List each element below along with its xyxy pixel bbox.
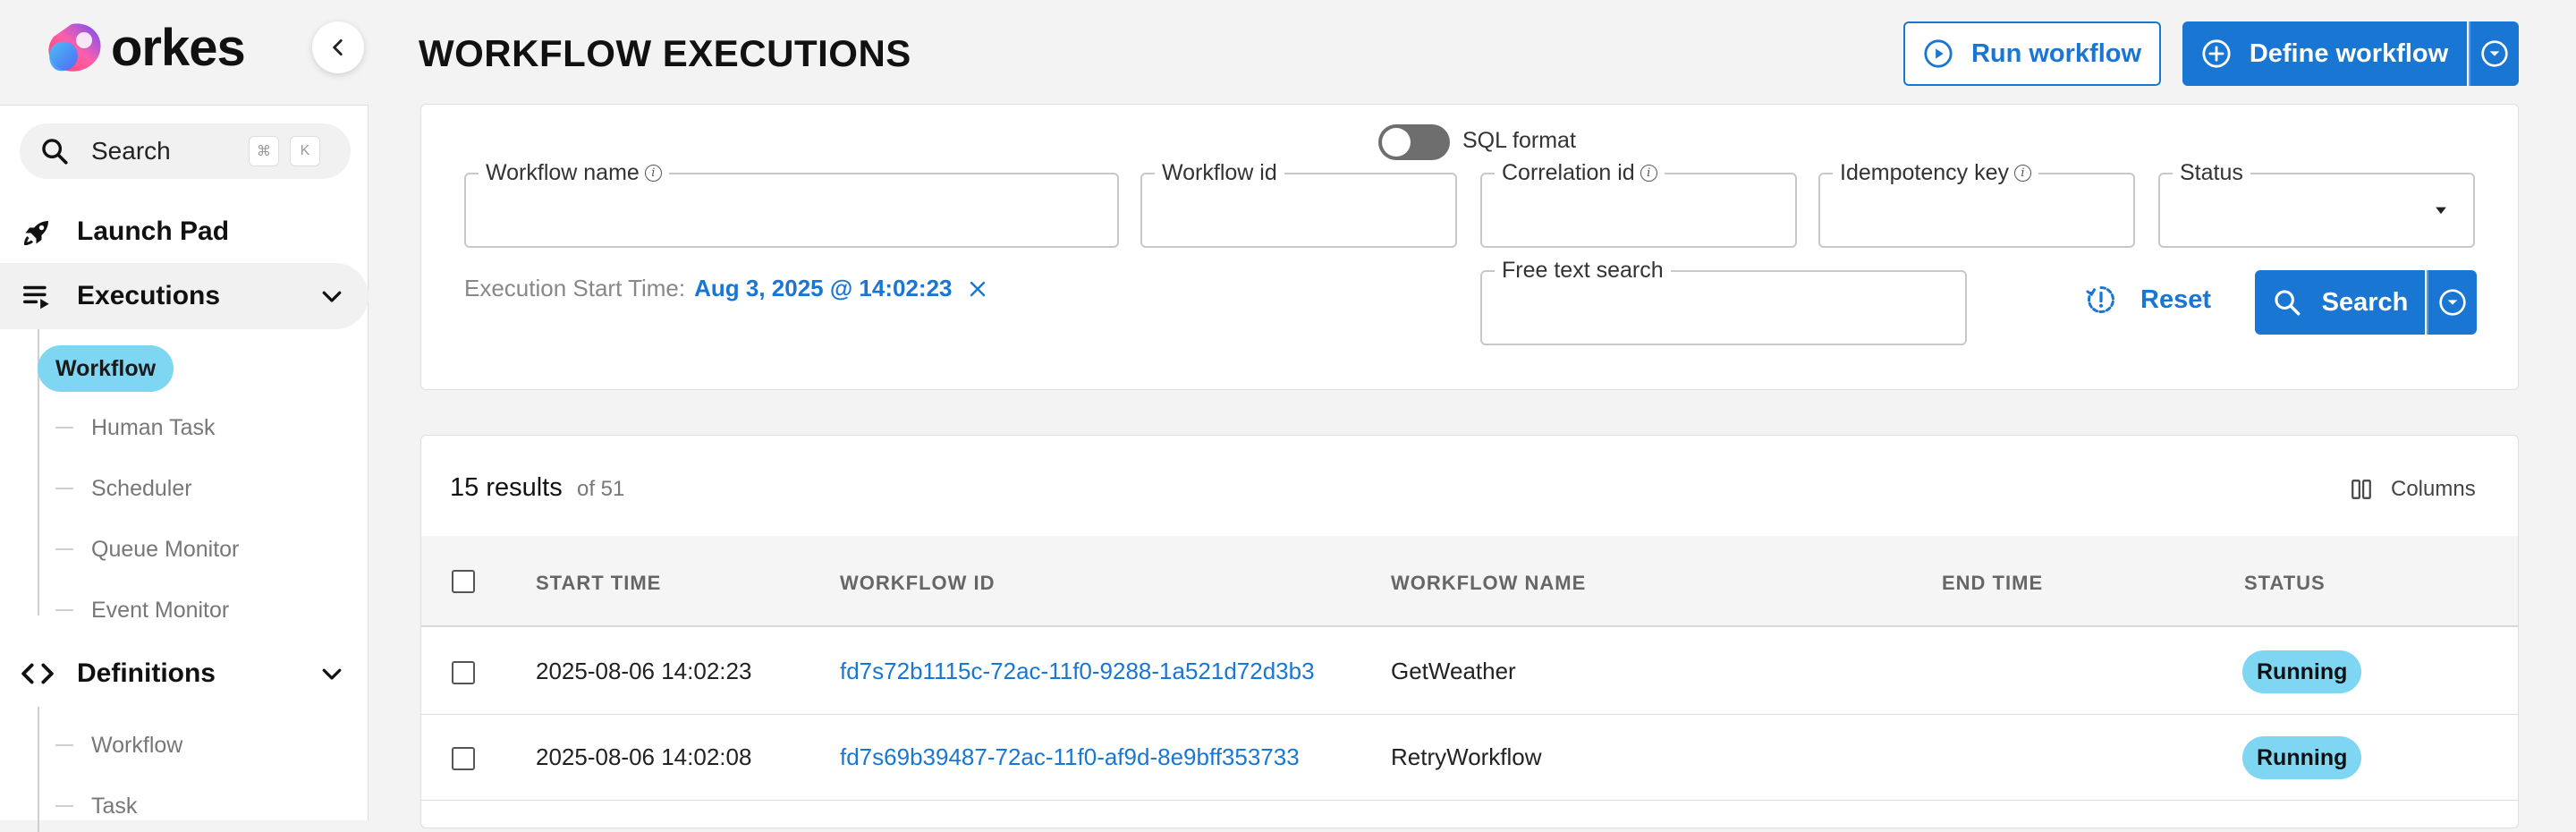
table-row[interactable]: 2025-08-06 14:02:23 fd7s72b1115c-72ac-11…	[421, 629, 2518, 715]
define-workflow-button[interactable]: Define workflow	[2182, 21, 2467, 86]
workflow-name-label: Workflow name	[486, 160, 640, 185]
page-title: WORKFLOW EXECUTIONS	[419, 32, 911, 74]
close-icon[interactable]	[967, 278, 988, 300]
results-total: of 51	[577, 477, 625, 501]
run-workflow-button[interactable]: Run workflow	[1903, 21, 2161, 86]
sidebar-subitem-scheduler[interactable]: Scheduler	[38, 468, 192, 509]
sql-format-label: SQL format	[1462, 128, 1576, 153]
chevron-down-circle-icon	[2439, 289, 2466, 316]
run-workflow-label: Run workflow	[1970, 38, 2142, 68]
workflow-id-input[interactable]: Workflow id	[1140, 160, 1457, 248]
sidebar-subitem-event-monitor[interactable]: Event Monitor	[38, 590, 229, 631]
sidebar: Search ⌘ K Launch Pad Executions Workflo…	[0, 105, 369, 832]
workflow-id-link[interactable]: fd7s69b39487-72ac-11f0-af9d-8e9bff353733	[840, 743, 1300, 771]
filter-panel: SQL format Workflow name i Workflow id Co…	[420, 104, 2519, 390]
brand-logo[interactable]: orkes	[45, 18, 246, 78]
workflow-id-link[interactable]: fd7s72b1115c-72ac-11f0-9288-1a521d72d3b3	[840, 658, 1315, 685]
sidebar-item-launch-pad[interactable]: Launch Pad	[0, 199, 369, 265]
rocket-icon	[20, 214, 55, 250]
info-icon: i	[1640, 165, 1657, 182]
correlation-id-input[interactable]: Correlation id i	[1480, 160, 1797, 248]
sidebar-subitem-human-task[interactable]: Human Task	[38, 407, 216, 448]
caret-down-icon	[2436, 207, 2446, 215]
correlation-id-label: Correlation id	[1502, 160, 1635, 185]
status-badge: Running	[2242, 650, 2362, 693]
orkes-logo-icon	[48, 22, 101, 72]
status-select[interactable]: Status	[2158, 160, 2475, 248]
row-checkbox[interactable]	[452, 747, 475, 770]
sidebar-search-label: Search	[91, 137, 171, 165]
chevron-left-icon	[333, 39, 343, 55]
columns-button[interactable]: Columns	[2350, 477, 2476, 502]
chevron-down-icon	[322, 668, 342, 680]
table-row[interactable]: 2025-08-06 14:02:08 fd7s69b39487-72ac-11…	[421, 715, 2518, 801]
start-time-cell: 2025-08-06 14:02:23	[536, 658, 752, 684]
shortcut-cmd-key: ⌘	[249, 136, 279, 166]
info-icon: i	[644, 165, 662, 182]
define-workflow-dropdown-button[interactable]	[2469, 21, 2519, 86]
reset-button[interactable]: Reset	[2085, 284, 2211, 316]
row-checkbox[interactable]	[452, 661, 475, 684]
start-time-cell: 2025-08-06 14:02:08	[536, 743, 752, 770]
execution-start-time-filter: Execution Start Time: Aug 3, 2025 @ 14:0…	[464, 275, 988, 302]
column-header-status[interactable]: STATUS	[2244, 572, 2326, 595]
workflow-name-input[interactable]: Workflow name i	[464, 160, 1119, 248]
brand-name: orkes	[111, 19, 246, 77]
plus-circle-icon	[2202, 39, 2231, 68]
search-icon	[42, 139, 68, 165]
sidebar-item-label: Launch Pad	[77, 216, 230, 246]
free-text-search-input[interactable]: Free text search	[1480, 258, 1967, 345]
sidebar-header: orkes	[0, 0, 369, 103]
workflow-name-cell: GetWeather	[1391, 658, 1516, 684]
shortcut-k-key: K	[290, 136, 320, 166]
sql-format-toggle[interactable]	[1378, 124, 1450, 160]
play-circle-icon	[1924, 39, 1953, 68]
sidebar-subitem-queue-monitor[interactable]: Queue Monitor	[38, 529, 239, 570]
execution-start-value[interactable]: Aug 3, 2025 @ 14:02:23	[694, 275, 952, 302]
sidebar-subitem-def-workflow[interactable]: Workflow	[38, 725, 182, 766]
status-label: Status	[2180, 160, 2243, 185]
column-header-workflow-id[interactable]: WORKFLOW ID	[840, 572, 996, 595]
results-count: 15 results	[450, 473, 563, 502]
workflow-name-cell: RetryWorkflow	[1391, 743, 1542, 770]
table-header: START TIME WORKFLOW ID WORKFLOW NAME END…	[421, 536, 2518, 627]
info-icon: i	[2014, 165, 2031, 182]
search-label: Search	[2321, 287, 2409, 317]
sidebar-item-definitions[interactable]: Definitions	[0, 641, 369, 707]
search-dropdown-button[interactable]	[2427, 270, 2477, 335]
define-workflow-label: Define workflow	[2249, 38, 2449, 68]
sidebar-subitem-workflow[interactable]: Workflow	[38, 345, 174, 392]
reset-icon	[2086, 286, 2114, 313]
column-header-workflow-name[interactable]: WORKFLOW NAME	[1391, 572, 1586, 595]
reset-label: Reset	[2140, 284, 2211, 314]
columns-label: Columns	[2391, 477, 2476, 501]
select-all-checkbox[interactable]	[452, 570, 475, 593]
free-text-search-label: Free text search	[1502, 258, 1664, 283]
execution-start-label: Execution Start Time:	[464, 275, 686, 301]
status-badge: Running	[2242, 736, 2362, 779]
idempotency-key-label: Idempotency key	[1840, 160, 2009, 185]
list-play-icon	[20, 278, 55, 314]
sidebar-item-label: Executions	[77, 281, 221, 310]
idempotency-key-input[interactable]: Idempotency key i	[1818, 160, 2135, 248]
column-header-start-time[interactable]: START TIME	[536, 572, 661, 595]
sidebar-search[interactable]: Search ⌘ K	[20, 123, 351, 179]
workflow-id-label: Workflow id	[1162, 160, 1277, 185]
chevron-down-icon	[322, 291, 342, 302]
collapse-sidebar-button[interactable]	[312, 21, 364, 73]
sidebar-item-label: Definitions	[77, 658, 216, 688]
search-icon	[2275, 290, 2301, 316]
results-panel: 15 results of 51 Columns START TIME WORK…	[420, 435, 2519, 828]
sidebar-item-executions[interactable]: Executions	[0, 263, 369, 329]
search-button[interactable]: Search	[2255, 270, 2425, 335]
column-header-end-time[interactable]: END TIME	[1942, 572, 2043, 595]
sidebar-subitem-def-task[interactable]: Task	[38, 785, 137, 827]
code-icon	[20, 656, 55, 692]
columns-icon	[2351, 480, 2371, 499]
chevron-down-circle-icon	[2481, 40, 2508, 67]
